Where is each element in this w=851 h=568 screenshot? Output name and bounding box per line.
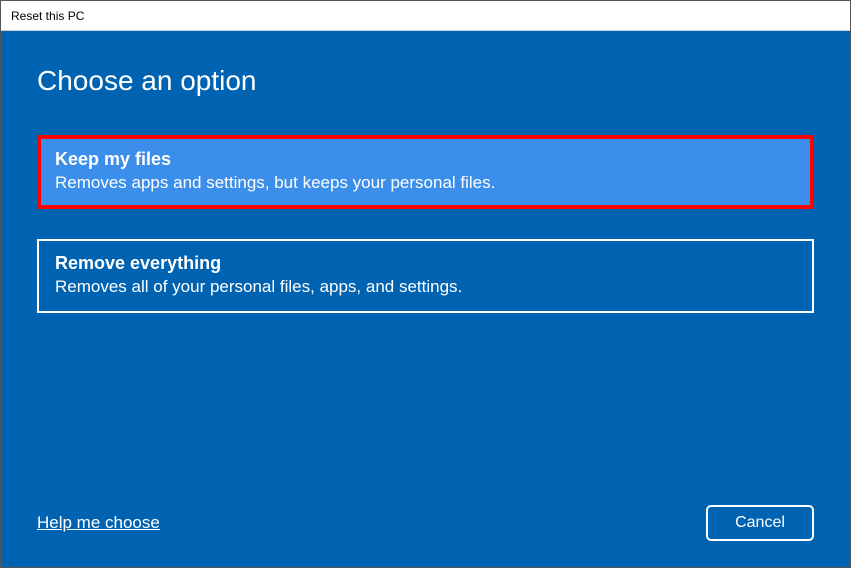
help-me-choose-link[interactable]: Help me choose xyxy=(37,513,160,533)
option-keep-my-files[interactable]: Keep my files Removes apps and settings,… xyxy=(37,135,814,209)
reset-pc-window: Reset this PC Choose an option Keep my f… xyxy=(0,0,851,568)
option-title: Remove everything xyxy=(55,253,796,274)
option-remove-everything[interactable]: Remove everything Removes all of your pe… xyxy=(37,239,814,313)
option-description: Removes apps and settings, but keeps you… xyxy=(55,173,796,193)
cancel-button[interactable]: Cancel xyxy=(706,505,814,541)
footer: Help me choose Cancel xyxy=(37,505,814,541)
option-title: Keep my files xyxy=(55,149,796,170)
option-description: Removes all of your personal files, apps… xyxy=(55,277,796,297)
page-heading: Choose an option xyxy=(37,65,814,97)
options-list: Keep my files Removes apps and settings,… xyxy=(37,135,814,313)
titlebar: Reset this PC xyxy=(1,1,850,31)
window-title: Reset this PC xyxy=(11,9,84,23)
content-area: Choose an option Keep my files Removes a… xyxy=(1,31,850,567)
